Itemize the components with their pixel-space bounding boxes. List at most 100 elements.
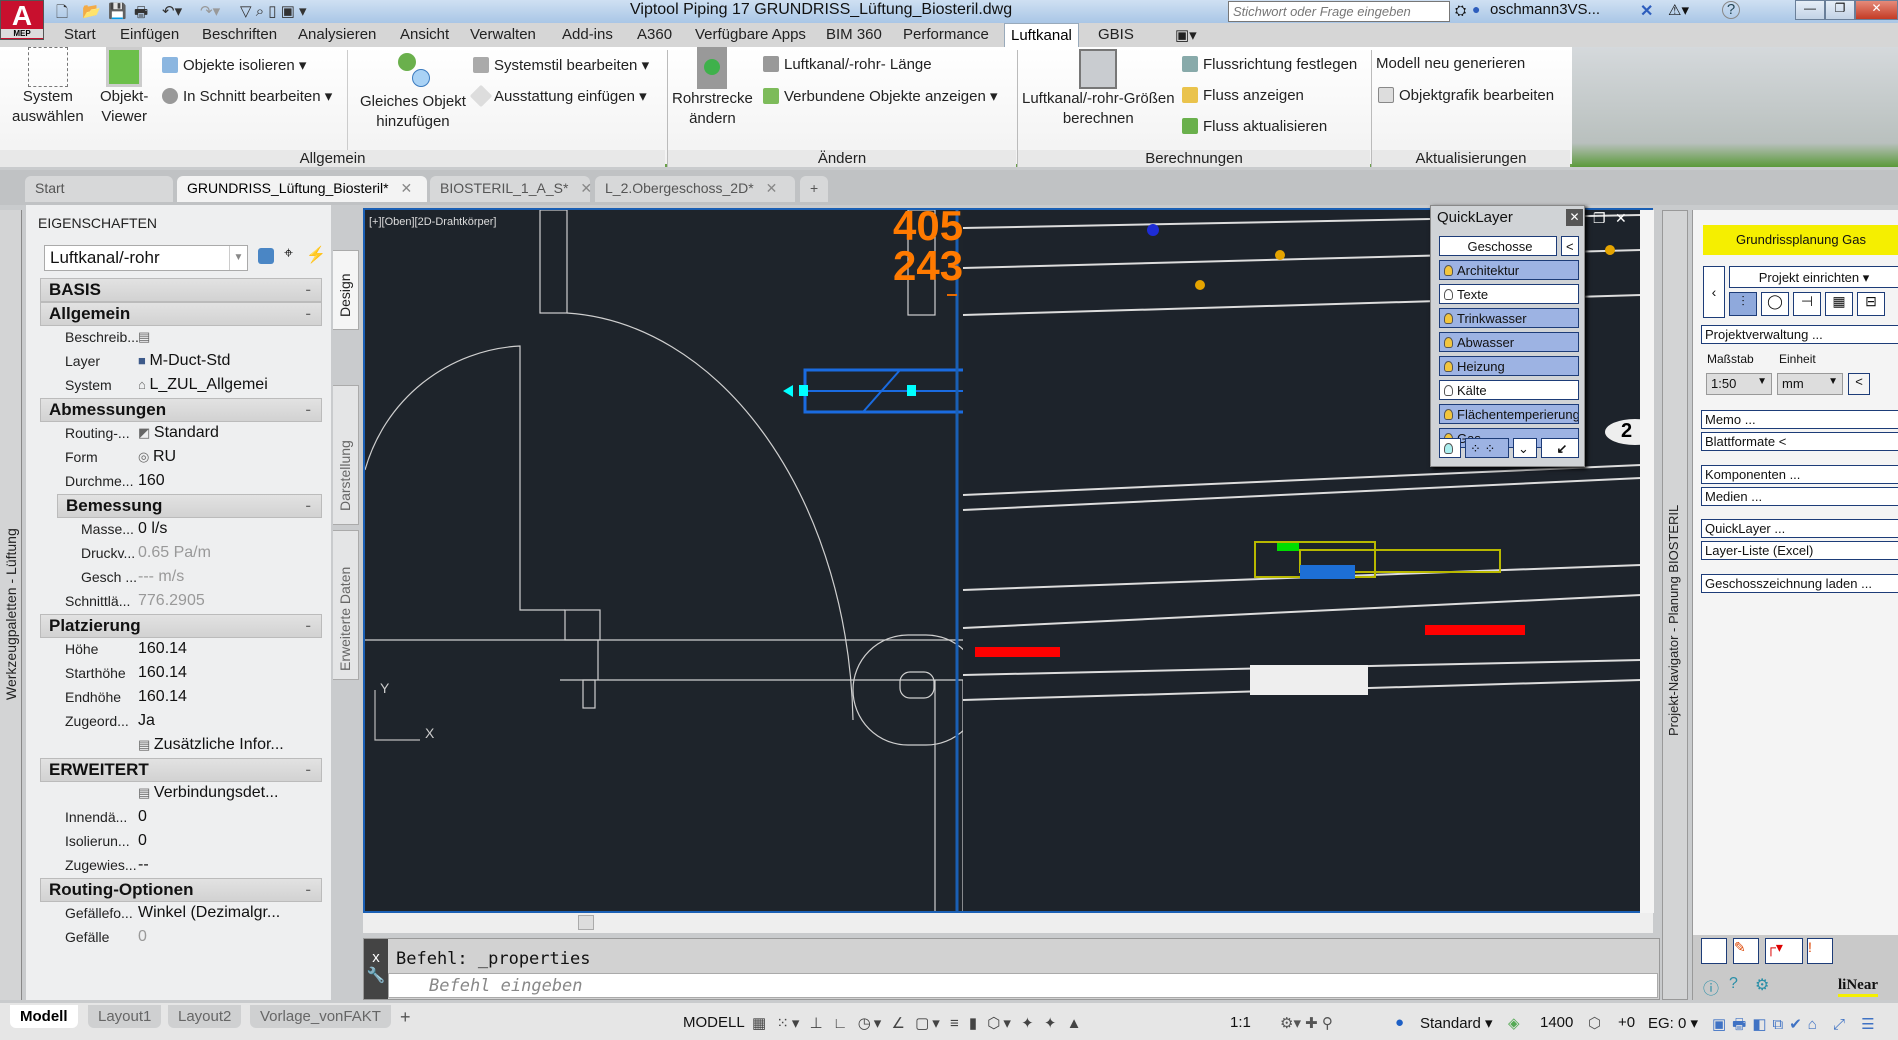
viewport-restore-icon[interactable]: ❐: [1593, 210, 1606, 227]
select-system-button[interactable]: System auswählen: [12, 47, 84, 127]
viewport-close-icon[interactable]: ✕: [1615, 210, 1627, 227]
quick-select-icon[interactable]: [258, 248, 274, 264]
property-row[interactable]: Layer ■ M-Duct-Std: [40, 350, 322, 374]
new-tab-button[interactable]: +: [800, 176, 828, 202]
pickadd-icon[interactable]: ⚡: [306, 245, 326, 265]
document-tab[interactable]: BIOSTERIL_1_A_S* ✕: [430, 176, 592, 202]
collapse-icon[interactable]: -: [305, 879, 311, 901]
property-row[interactable]: Starthöhe 160.14: [40, 662, 322, 686]
object-type-select[interactable]: Luftkanal/-rohr ▼: [44, 245, 248, 271]
property-category-header[interactable]: Abmessungen -: [40, 398, 322, 422]
circle-icon[interactable]: ◯: [1761, 292, 1789, 316]
ribbon-minimize-icon[interactable]: ▣▾: [1175, 26, 1197, 44]
property-row[interactable]: Schnittlä... 776.2905: [40, 590, 322, 614]
layout-tab[interactable]: Layout1: [88, 1005, 162, 1028]
tab-einf-gen[interactable]: Einfügen: [120, 26, 179, 43]
property-value[interactable]: 776.2905: [138, 592, 205, 610]
navigator-button[interactable]: Medien ...: [1701, 487, 1898, 506]
redo-icon[interactable]: ↷▾: [200, 2, 220, 20]
property-category-header[interactable]: BASIS -: [40, 278, 322, 302]
close-button[interactable]: ✕: [1855, 0, 1898, 20]
collapse-icon[interactable]: -: [305, 759, 311, 781]
chevron-down-icon[interactable]: ⌄: [1513, 438, 1537, 458]
layout-tab[interactable]: Modell: [10, 1005, 78, 1028]
layer-toggle-kälte[interactable]: Kälte: [1439, 380, 1579, 400]
document-tab[interactable]: L_2.Obergeschoss_2D* ✕: [595, 176, 795, 202]
vertical-scrollbar[interactable]: [1640, 210, 1654, 913]
property-value[interactable]: Winkel (Dezimalgr...: [138, 904, 280, 922]
navigator-button[interactable]: QuickLayer ...: [1701, 519, 1898, 538]
elevation-offset[interactable]: +0: [1618, 1014, 1635, 1031]
property-row[interactable]: System ⌂ L_ZUL_Allgemei: [40, 374, 322, 398]
navigator-button[interactable]: Memo ...: [1701, 410, 1898, 429]
layer-toggle-flächentemperierung[interactable]: Flächentemperierung: [1439, 404, 1579, 424]
tab-verwalten[interactable]: Verwalten: [470, 26, 536, 43]
property-value[interactable]: --- m/s: [138, 568, 184, 586]
model-space-toggle[interactable]: MODELL: [683, 1014, 745, 1031]
layer-state-icon[interactable]: ⁘ ⁘: [1465, 438, 1509, 458]
application-menu-button[interactable]: A MEP: [0, 0, 44, 40]
update-flow-button[interactable]: Fluss aktualisieren: [1182, 118, 1327, 135]
dimension-icon[interactable]: ⊟: [1857, 292, 1885, 316]
layout-tab[interactable]: Vorlage_vonFAKT: [250, 1005, 391, 1028]
property-value[interactable]: ⌂ L_ZUL_Allgemei: [138, 376, 268, 394]
help-icon[interactable]: ?: [1729, 975, 1738, 993]
property-category-header[interactable]: ERWEITERT -: [40, 758, 322, 782]
object-viewer-button[interactable]: Objekt- Viewer: [100, 47, 148, 127]
property-value[interactable]: ◎ RU: [138, 448, 176, 466]
annotation-scale-select[interactable]: 1:1: [1230, 1014, 1251, 1031]
error-edit-icon[interactable]: !: [1807, 938, 1833, 964]
property-value[interactable]: ▤ Verbindungsdet...: [138, 784, 278, 802]
property-value[interactable]: 0: [138, 808, 147, 826]
connector-icon[interactable]: ⊣: [1793, 292, 1821, 316]
property-value[interactable]: ▤: [138, 328, 150, 346]
select-objects-icon[interactable]: ⌖: [284, 245, 293, 263]
apply-scale-button[interactable]: <: [1848, 373, 1870, 395]
tab-ansicht[interactable]: Ansicht: [400, 26, 449, 43]
gear-icon[interactable]: ⚙: [1755, 975, 1769, 995]
floors-button[interactable]: Geschosse: [1439, 236, 1557, 256]
add-selected-button[interactable]: Gleiches Objekt hinzufügen: [360, 47, 466, 132]
apply-arrow-icon[interactable]: ↙: [1541, 438, 1579, 458]
layer-toggle-heizung[interactable]: Heizung: [1439, 356, 1579, 376]
property-category-header[interactable]: Platzierung -: [40, 614, 322, 638]
property-row[interactable]: Isolierun... 0: [40, 830, 322, 854]
duct-length-button[interactable]: Luftkanal/-rohr- Länge: [763, 56, 932, 73]
property-value[interactable]: 0 l/s: [138, 520, 167, 538]
tab-add-ins[interactable]: Add-ins: [562, 26, 613, 43]
tab-a360[interactable]: A360: [637, 26, 672, 43]
property-value[interactable]: ■ M-Duct-Std: [138, 352, 230, 370]
property-category-header[interactable]: Routing-Optionen -: [40, 878, 322, 902]
property-row[interactable]: Zugewies... --: [40, 854, 322, 878]
tab-bim-360[interactable]: BIM 360: [826, 26, 882, 43]
previous-section-button[interactable]: ‹: [1703, 266, 1725, 318]
property-row[interactable]: Beschreib... ▤: [40, 326, 322, 350]
show-connected-button[interactable]: Verbundene Objekte anzeigen ▾: [763, 87, 998, 105]
property-row[interactable]: Durchme... 160: [40, 470, 322, 494]
settings-sliders-icon[interactable]: ⫶: [1729, 292, 1757, 316]
document-tab[interactable]: Start: [25, 176, 173, 202]
insert-equipment-button[interactable]: Ausstattung einfügen ▾: [469, 84, 647, 108]
close-tab-icon[interactable]: ✕: [401, 180, 413, 196]
property-category-header[interactable]: Bemessung -: [57, 494, 322, 518]
collapse-icon[interactable]: -: [305, 279, 311, 301]
cut-plane-value[interactable]: 1400: [1540, 1014, 1573, 1031]
property-category-header[interactable]: Allgemein -: [40, 302, 322, 326]
collapse-icon[interactable]: -: [305, 399, 311, 421]
property-value[interactable]: 0.65 Pa/m: [138, 544, 211, 562]
tab-beschriften[interactable]: Beschriften: [202, 26, 277, 43]
scroll-thumb[interactable]: [578, 915, 594, 930]
property-row[interactable]: Zugeord... Ja: [40, 710, 322, 734]
property-value[interactable]: 160: [138, 472, 165, 490]
layout-tab[interactable]: Layout2: [168, 1005, 242, 1028]
exchange-icon[interactable]: ✕: [1640, 1, 1653, 21]
layer-toggle-abwasser[interactable]: Abwasser: [1439, 332, 1579, 352]
help-icon[interactable]: ?: [1722, 1, 1740, 19]
minimize-button[interactable]: —: [1795, 0, 1825, 20]
property-value[interactable]: --: [138, 856, 149, 874]
document-tab[interactable]: GRUNDRISS_Lüftung_Biosteril* ✕: [177, 176, 427, 202]
bulb-toggle-icon[interactable]: [1439, 438, 1461, 458]
section-select[interactable]: Projekt einrichten ▾: [1729, 266, 1898, 288]
rectangle-icon[interactable]: [1701, 938, 1727, 964]
tab-darstellung[interactable]: Darstellung: [333, 385, 359, 525]
